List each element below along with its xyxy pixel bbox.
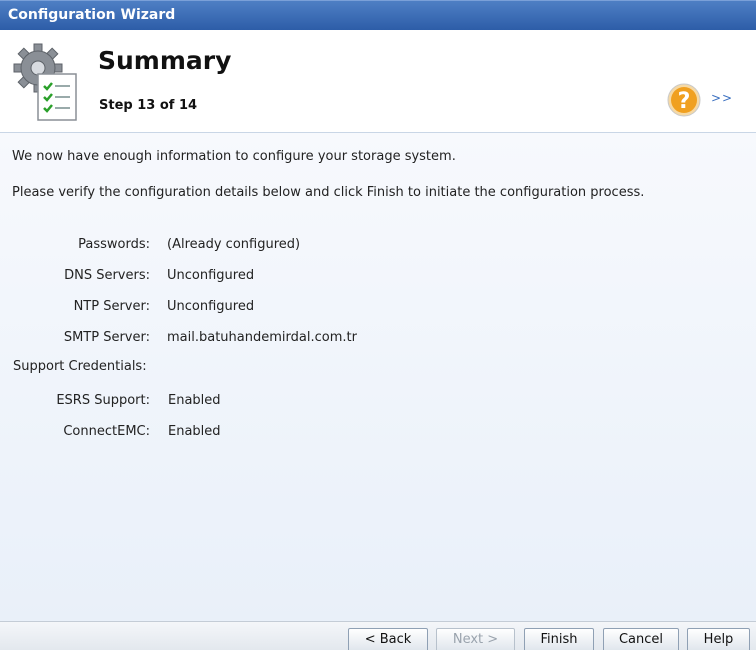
detail-value: Enabled bbox=[168, 393, 221, 408]
svg-text:?: ? bbox=[678, 89, 691, 114]
window-title: Configuration Wizard bbox=[8, 7, 176, 23]
intro-text: We now have enough information to config… bbox=[12, 149, 456, 164]
wizard-footer: < Back Next > Finish Cancel Help bbox=[0, 621, 756, 650]
detail-value: Unconfigured bbox=[167, 299, 255, 314]
detail-row-dns: DNS Servers: Unconfigured bbox=[0, 268, 756, 286]
page-title: Summary bbox=[98, 46, 232, 75]
detail-label: ESRS Support: bbox=[56, 393, 150, 408]
detail-row-support-credentials: Support Credentials: bbox=[0, 359, 756, 377]
detail-value: Enabled bbox=[168, 424, 221, 439]
detail-label: Passwords: bbox=[78, 237, 150, 252]
help-icon[interactable]: ? bbox=[667, 83, 701, 117]
detail-row-connectemc: ConnectEMC: Enabled bbox=[0, 424, 756, 442]
wizard-content: We now have enough information to config… bbox=[0, 133, 756, 621]
expand-link[interactable]: >> bbox=[711, 91, 733, 105]
detail-value: mail.batuhandemirdal.com.tr bbox=[167, 330, 357, 345]
detail-label: ConnectEMC: bbox=[63, 424, 150, 439]
detail-row-passwords: Passwords: (Already configured) bbox=[0, 237, 756, 255]
window-title-bar: Configuration Wizard bbox=[0, 0, 756, 30]
instruction-text: Please verify the configuration details … bbox=[12, 185, 645, 200]
cancel-button[interactable]: Cancel bbox=[603, 628, 679, 650]
detail-value: (Already configured) bbox=[167, 237, 301, 252]
step-indicator: Step 13 of 14 bbox=[99, 98, 198, 113]
help-button[interactable]: Help bbox=[687, 628, 750, 650]
detail-label: Support Credentials: bbox=[13, 359, 147, 374]
detail-value: Unconfigured bbox=[167, 268, 255, 283]
detail-row-ntp: NTP Server: Unconfigured bbox=[0, 299, 756, 317]
detail-row-esrs: ESRS Support: Enabled bbox=[0, 393, 756, 411]
detail-label: NTP Server: bbox=[73, 299, 150, 314]
gear-checklist-icon bbox=[13, 43, 77, 121]
next-button: Next > bbox=[436, 628, 515, 650]
back-button[interactable]: < Back bbox=[348, 628, 428, 650]
finish-button[interactable]: Finish bbox=[524, 628, 594, 650]
detail-label: SMTP Server: bbox=[63, 330, 150, 345]
detail-row-smtp: SMTP Server: mail.batuhandemirdal.com.tr bbox=[0, 330, 756, 348]
wizard-header: Summary Step 13 of 14 ? >> bbox=[0, 30, 756, 133]
detail-label: DNS Servers: bbox=[64, 268, 150, 283]
